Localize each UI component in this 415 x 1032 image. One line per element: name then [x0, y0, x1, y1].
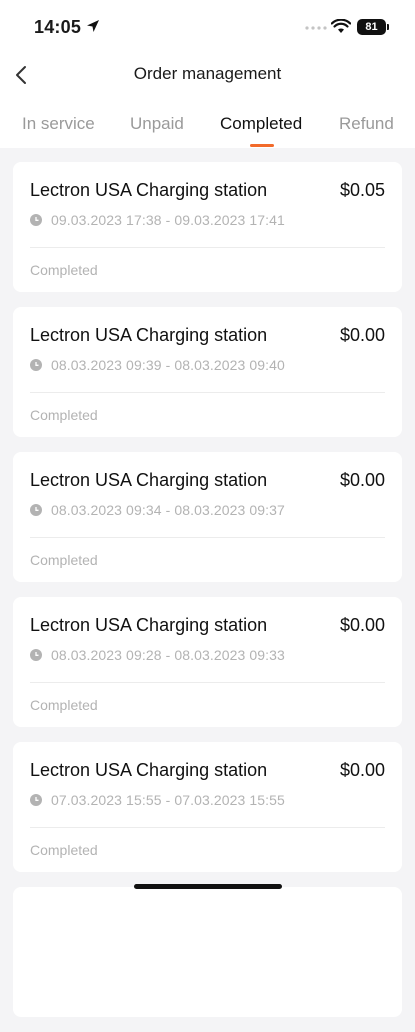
station-name: Lectron USA Charging station: [30, 325, 268, 345]
clock-icon: [30, 649, 42, 661]
clock-icon: [30, 794, 42, 806]
status-bar: 14:05 81: [0, 0, 415, 50]
clock-icon: [30, 214, 42, 226]
order-list: Lectron USA Charging station $0.05 09.03…: [13, 162, 402, 1032]
charging-period: 08.03.2023 09:39 - 08.03.2023 09:40: [51, 357, 285, 373]
tab-unpaid[interactable]: Unpaid: [130, 114, 184, 134]
station-name: Lectron USA Charging station: [30, 470, 268, 490]
signal-dots-icon: [305, 26, 327, 30]
order-card[interactable]: Lectron USA Charging station $0.00 08.03…: [13, 307, 402, 437]
order-card[interactable]: Lectron USA Charging station $0.00 08.03…: [13, 452, 402, 582]
nav-bar: Order management: [0, 50, 415, 100]
tab-bar: In service Unpaid Completed Refund: [0, 100, 415, 148]
order-amount: $0.00: [339, 325, 385, 345]
order-status: Completed: [30, 697, 98, 713]
home-indicator: [134, 884, 282, 889]
station-name: Lectron USA Charging station: [30, 760, 268, 780]
order-card[interactable]: [13, 887, 402, 1017]
battery-indicator: 81: [357, 19, 386, 35]
order-amount: $0.00: [339, 760, 385, 780]
charging-period: 08.03.2023 09:28 - 08.03.2023 09:33: [51, 647, 285, 663]
location-arrow-icon: [87, 20, 99, 32]
status-time: 14:05: [34, 17, 82, 37]
order-card[interactable]: Lectron USA Charging station $0.00 07.03…: [13, 742, 402, 872]
order-card[interactable]: Lectron USA Charging station $0.00 08.03…: [13, 597, 402, 727]
order-status: Completed: [30, 552, 98, 568]
order-amount: $0.00: [339, 615, 385, 635]
card-divider: [30, 827, 385, 828]
page-title: Order management: [133, 64, 282, 83]
charging-period: 08.03.2023 09:34 - 08.03.2023 09:37: [51, 502, 285, 518]
card-divider: [30, 392, 385, 393]
tab-completed[interactable]: Completed: [220, 114, 302, 134]
station-name: Lectron USA Charging station: [30, 615, 268, 635]
tab-in-service[interactable]: In service: [22, 114, 95, 134]
charging-period: 09.03.2023 17:38 - 09.03.2023 17:41: [51, 212, 285, 228]
order-status: Completed: [30, 842, 98, 858]
charging-period: 07.03.2023 15:55 - 07.03.2023 15:55: [51, 792, 285, 808]
battery-nub: [387, 24, 389, 30]
order-status: Completed: [30, 262, 98, 278]
station-name: Lectron USA Charging station: [30, 180, 268, 200]
wifi-icon: [331, 19, 351, 33]
order-amount: $0.05: [339, 180, 385, 200]
clock-icon: [30, 359, 42, 371]
card-divider: [30, 682, 385, 683]
order-status: Completed: [30, 407, 98, 423]
order-amount: $0.00: [339, 470, 385, 490]
card-divider: [30, 247, 385, 248]
clock-icon: [30, 504, 42, 516]
card-divider: [30, 537, 385, 538]
active-tab-indicator: [250, 144, 274, 147]
order-card[interactable]: Lectron USA Charging station $0.05 09.03…: [13, 162, 402, 292]
tab-refund[interactable]: Refund: [339, 114, 394, 134]
